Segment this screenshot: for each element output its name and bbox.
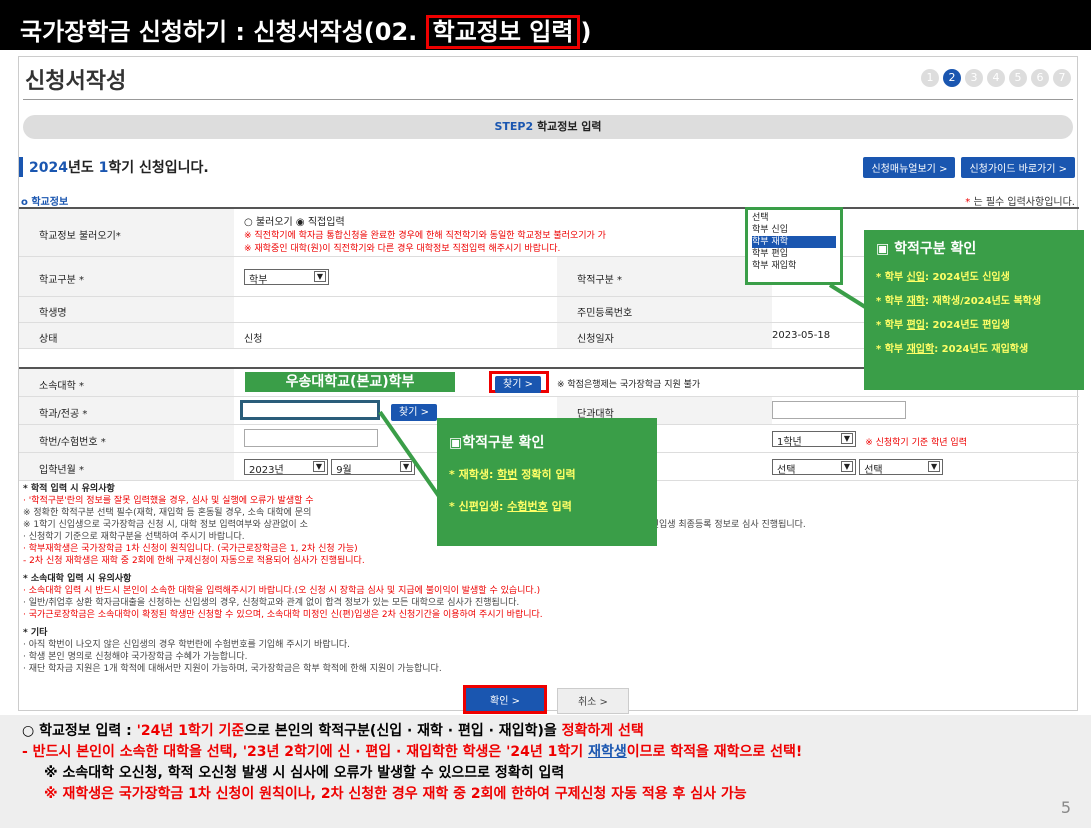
callout-id-entry: ▣학적구분 확인 * 재학생: 학번 정확히 입력 * 신편입생: 수험번호 입…	[437, 418, 657, 546]
callout1-item: * 학부 신입: 2024년도 신입생	[876, 266, 1072, 290]
callout1-item: * 학부 편입: 2024년도 편입생	[876, 314, 1072, 338]
footer-l2c: 이므로 학적을 재학으로 선택!	[626, 744, 803, 760]
callout2-title: ▣학적구분 확인	[449, 435, 545, 451]
callout1-item-value: : 2024년도 재입학생	[934, 344, 1029, 355]
callout1-item-key: * 학부	[876, 296, 907, 307]
callout2-line1-post: 정확히 입력	[517, 468, 576, 481]
footer-l2a: - 반드시 본인이 소속한 대학을 선택, '23년 2학기에 신 · 편입 ·…	[22, 744, 589, 760]
callout1-item-key: * 학부	[876, 272, 907, 283]
callout1-item-term: 편입	[906, 320, 925, 331]
footer-line-3: ※ 소속대학 오신청, 학적 오신청 발생 시 심사에 오류가 발생할 수 있으…	[44, 765, 565, 781]
callout2-line1-pre: * 재학생:	[449, 468, 498, 481]
callout1-item-term: 재입학	[906, 344, 935, 355]
footer-l2b: 재학생	[588, 744, 627, 760]
callout1-item-term: 신입	[906, 272, 925, 283]
page-number: 5	[1060, 798, 1071, 817]
callout2-line2-pre: * 신편입생:	[449, 500, 508, 513]
footer-l1a: ○ 학교정보 입력 :	[22, 723, 137, 739]
footer-line-4: ※ 재학생은 국가장학금 1차 신청이 원칙이나, 2차 신청한 경우 재학 중…	[44, 786, 747, 802]
footer-l1b: '24년 1학기 기준	[136, 723, 245, 739]
footer-explanation: ○ 학교정보 입력 : '24년 1학기 기준으로 본인의 학적구분(신입 · …	[0, 715, 1091, 828]
callout2-line2-term: 수험번호	[507, 500, 548, 513]
callout1-item-key: * 학부	[876, 344, 907, 355]
callout1-item: * 학부 재학: 재학생/2024년도 복학생	[876, 290, 1072, 314]
callout2-line1: * 재학생: 학번 정확히 입력	[449, 466, 645, 482]
callout1-item: * 학부 재입학: 2024년도 재입학생	[876, 338, 1072, 362]
footer-l1c: 으로 본인의 학적구분(신입 · 재학 · 편입 · 재입학)을	[244, 723, 562, 739]
callout1-item-value: : 2024년도 신입생	[925, 272, 1010, 283]
connector-2	[378, 410, 447, 507]
callout-academic-types: ▣ 학적구분 확인 * 학부 신입: 2024년도 신입생 * 학부 재학: 재…	[864, 230, 1084, 390]
footer-line-1: ○ 학교정보 입력 : '24년 1학기 기준으로 본인의 학적구분(신입 · …	[22, 721, 1091, 742]
footer-line-2: - 반드시 본인이 소속한 대학을 선택, '23년 2학기에 신 · 편입 ·…	[22, 742, 1091, 763]
callout-connectors	[378, 283, 872, 507]
callout1-title: ▣ 학적구분 확인	[876, 241, 977, 257]
callout1-item-term: 재학	[906, 296, 925, 307]
callout1-list: * 학부 신입: 2024년도 신입생 * 학부 재학: 재학생/2024년도 …	[876, 266, 1072, 362]
callout2-line2-post: 입력	[547, 500, 572, 513]
callout1-item-value: : 2024년도 편입생	[925, 320, 1010, 331]
callout1-item-value: : 재학생/2024년도 복학생	[925, 296, 1042, 307]
footer-l1d: 정확하게 선택	[561, 723, 644, 739]
callout1-item-key: * 학부	[876, 320, 907, 331]
callout2-line1-term: 학번	[497, 468, 518, 481]
callout2-line2: * 신편입생: 수험번호 입력	[449, 498, 645, 514]
